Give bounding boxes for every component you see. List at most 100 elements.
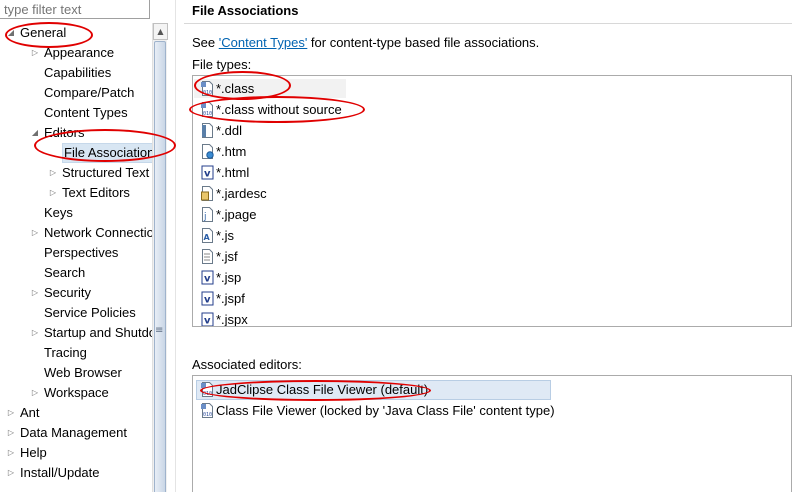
file-type-item[interactable]: *.jardesc [201,183,267,204]
svg-text:v: v [204,316,211,327]
tree-item[interactable]: Startup and Shutdown [44,323,152,343]
file-associations-page: File Associations See 'Content Types' fo… [184,0,792,492]
tree-item[interactable]: Service Policies [44,303,136,323]
file-type-label: *.jsp [216,270,242,285]
class-file-icon: 010 [201,382,214,397]
file-type-label: *.class without source [216,102,342,117]
tree-item[interactable]: Appearance [44,43,114,63]
file-type-item[interactable]: *.jsf [201,246,238,267]
preferences-tree-panel: ◢General▷AppearanceCapabilitiesCompare/P… [0,0,168,492]
tree-item[interactable]: Keys [44,203,73,223]
file-type-item[interactable]: *.htm [201,141,246,162]
tree-item[interactable]: Security [44,283,91,303]
tree-expanded-arrow-icon[interactable]: ◢ [30,123,40,143]
tree-item[interactable]: General [20,23,66,43]
tree-collapsed-arrow-icon[interactable]: ▷ [30,383,40,403]
tree-collapsed-arrow-icon[interactable]: ▷ [48,183,58,203]
file-type-item[interactable]: v *.html [201,162,249,183]
file-type-label: *.class [216,81,255,96]
v-file-icon: v [201,312,214,327]
tree-item[interactable]: Compare/Patch [44,83,134,103]
ddl-file-icon [201,123,214,138]
scrollbar-thumb[interactable] [154,41,166,492]
tree-scrollbar[interactable]: ▲ ≡ [152,23,168,492]
file-type-item[interactable]: v *.jspf [201,288,245,309]
svg-text:j: j [203,212,207,222]
associated-editors-label: Associated editors: [192,357,302,372]
v-file-icon: v [201,165,214,180]
class-file-icon: 010 [201,81,214,96]
file-type-label: *.jspx [216,312,248,327]
tree-item[interactable]: Data Management [20,423,127,443]
file-types-list[interactable]: 010 *.class 010 *.class without source *.ddl… [192,75,792,327]
file-type-label: *.htm [216,144,247,159]
tree-item[interactable]: Install/Update [20,463,100,483]
tree-item[interactable]: Search [44,263,85,283]
tree-expanded-arrow-icon[interactable]: ◢ [6,23,16,43]
svg-text:010: 010 [203,391,212,397]
tree-item[interactable]: Structured Text Editors [62,163,152,183]
file-type-item[interactable]: *.ddl [201,120,242,141]
tree-item[interactable]: Editors [44,123,84,143]
scrollbar-grip-icon: ≡ [155,325,164,336]
svg-text:v: v [204,169,211,180]
page-title-bar: File Associations [184,0,792,24]
preferences-tree: ◢ General ▷ Appearance Capabilities Compare/P… [0,23,152,492]
tree-item[interactable]: Ant [20,403,40,423]
tree-collapsed-arrow-icon[interactable]: ▷ [6,423,16,443]
svg-text:010: 010 [203,90,212,96]
file-type-label: *.jardesc [216,186,267,201]
tree-item[interactable]: Workspace [44,383,109,403]
panel-divider[interactable] [175,0,183,492]
tree-collapsed-arrow-icon[interactable]: ▷ [30,223,40,243]
htm-file-icon [201,144,214,159]
jardesc-file-icon [201,186,214,201]
file-type-item[interactable]: j *.jpage [201,204,256,225]
content-types-link[interactable]: 'Content Types' [219,35,308,50]
file-type-item[interactable]: 010 *.class [201,78,254,99]
associated-editor-label: Class File Viewer (locked by 'Java Class… [216,403,555,418]
content-types-note: See 'Content Types' for content-type bas… [192,35,539,50]
svg-text:010: 010 [203,412,212,418]
tree-collapsed-arrow-icon[interactable]: ▷ [6,443,16,463]
tree-collapsed-arrow-icon[interactable]: ▷ [30,43,40,63]
tree-item[interactable]: Network Connections [44,223,152,243]
tree-item[interactable]: Help [20,443,47,463]
page-title: File Associations [192,3,299,18]
class-file-icon: 010 [201,403,214,418]
file-type-item[interactable]: 010 *.class without source [201,99,342,120]
text-file-icon [201,249,214,264]
tree-item[interactable]: Perspectives [44,243,118,263]
tree-item[interactable]: File Associations [62,143,152,163]
tree-item[interactable]: Text Editors [62,183,130,203]
file-type-label: *.js [216,228,235,243]
svg-text:v: v [204,274,211,285]
file-type-label: *.html [216,165,250,180]
file-types-label: File types: [192,57,252,72]
tree-item[interactable]: Content Types [44,103,128,123]
svg-text:A: A [204,233,211,242]
file-type-item[interactable]: A *.js [201,225,234,246]
tree-item[interactable]: Tracing [44,343,87,363]
filter-input[interactable] [0,0,150,19]
class-file-icon: 010 [201,102,214,117]
associated-editors-list[interactable]: 010 JadClipse Class File Viewer (default)… [192,375,792,492]
tree-collapsed-arrow-icon[interactable]: ▷ [6,403,16,423]
file-type-label: *.ddl [216,123,243,138]
jpage-file-icon: j [201,207,214,222]
js-file-icon: A [201,228,214,243]
tree-collapsed-arrow-icon[interactable]: ▷ [30,283,40,303]
associated-editor-item[interactable]: 010 Class File Viewer (locked by 'Java Cl… [201,401,555,421]
scroll-up-arrow-icon[interactable]: ▲ [153,23,168,40]
tree-collapsed-arrow-icon[interactable]: ▷ [48,163,58,183]
file-type-item[interactable]: v *.jspx [201,309,248,327]
v-file-icon: v [201,291,214,306]
tree-item[interactable]: Capabilities [44,63,111,83]
associated-editor-item[interactable]: 010 JadClipse Class File Viewer (default) [201,380,428,400]
file-type-item[interactable]: v *.jsp [201,267,241,288]
tree-collapsed-arrow-icon[interactable]: ▷ [30,323,40,343]
v-file-icon: v [201,270,214,285]
tree-item[interactable]: Web Browser [44,363,122,383]
associated-editor-label: JadClipse Class File Viewer (default) [216,382,429,397]
tree-collapsed-arrow-icon[interactable]: ▷ [6,463,16,483]
